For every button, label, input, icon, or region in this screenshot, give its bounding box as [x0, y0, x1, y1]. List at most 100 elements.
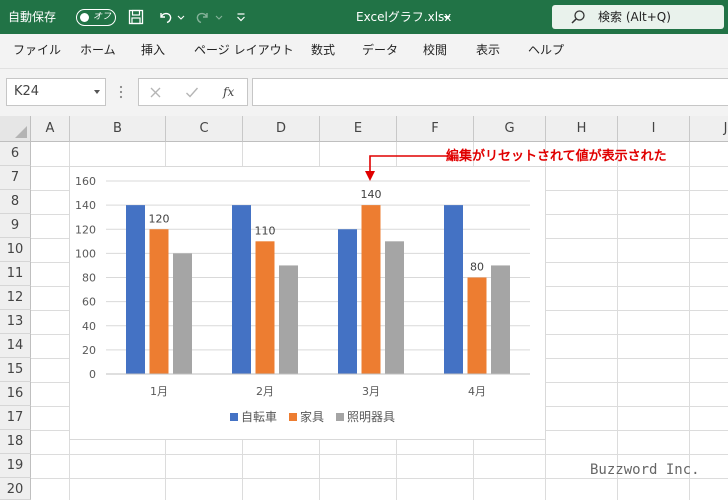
annotation-arrow-icon: [365, 155, 448, 181]
customize-toolbar-icon[interactable]: [236, 9, 246, 25]
column-header-e[interactable]: E: [320, 116, 397, 142]
chart-bar: [126, 205, 145, 374]
row-header-8[interactable]: 8: [0, 190, 31, 214]
name-box-value: K24: [14, 84, 40, 99]
row-header-11[interactable]: 11: [0, 262, 31, 286]
legend-label: 家具: [300, 409, 324, 424]
x-tick-label: 4月: [468, 385, 486, 398]
chart-bar: [338, 229, 357, 374]
formula-input[interactable]: [252, 78, 728, 106]
y-tick-label: 40: [82, 320, 96, 333]
redo-icon[interactable]: [195, 9, 211, 25]
column-header-b[interactable]: B: [70, 116, 166, 142]
annotation-text: 編集がリセットされて値が表示された: [446, 149, 667, 164]
chart-bar: [385, 241, 404, 374]
row-header-6[interactable]: 6: [0, 142, 31, 166]
data-label: 140: [361, 188, 382, 201]
chart-bar: [279, 265, 298, 374]
column-header-d[interactable]: D: [243, 116, 320, 142]
column-header-g[interactable]: G: [474, 116, 546, 142]
cancel-icon[interactable]: [149, 86, 162, 99]
select-all-button[interactable]: [0, 116, 31, 142]
row-header-17[interactable]: 17: [0, 406, 31, 430]
insert-function-button[interactable]: fx: [223, 79, 234, 105]
menu-view[interactable]: 表示: [476, 34, 500, 68]
chart-object[interactable]: 0 20 40 60 80 100 120 140 160 1月 2月 3月 4月 120 110 140 80…: [69, 166, 546, 440]
y-tick-label: 80: [82, 272, 96, 285]
more-icon: [119, 85, 123, 99]
chart-bar: [361, 205, 381, 374]
save-icon[interactable]: [128, 9, 144, 25]
chart-bar: [232, 205, 251, 374]
search-label: 検索 (Alt+Q): [598, 10, 671, 24]
y-tick-label: 20: [82, 344, 96, 357]
y-tick-label: 60: [82, 296, 96, 309]
autosave-toggle[interactable]: オフ: [76, 9, 116, 26]
menu-home[interactable]: ホーム: [80, 34, 116, 68]
row-header-20[interactable]: 20: [0, 478, 31, 500]
x-tick-label: 1月: [150, 385, 168, 398]
y-tick-label: 100: [75, 247, 96, 260]
menu-formulas[interactable]: 数式: [311, 34, 335, 68]
row-header-10[interactable]: 10: [0, 238, 31, 262]
watermark-text: Buzzword Inc.: [590, 462, 700, 478]
data-label: 120: [149, 212, 170, 225]
chart-bar: [491, 265, 510, 374]
name-box[interactable]: K24: [6, 78, 106, 106]
select-all-icon: [15, 126, 27, 138]
x-tick-label: 3月: [362, 385, 380, 398]
undo-icon[interactable]: [157, 9, 173, 25]
legend-swatch: [336, 413, 344, 421]
menu-page-layout[interactable]: ページ レイアウト: [194, 34, 294, 68]
column-header-i[interactable]: I: [618, 116, 690, 142]
search-box[interactable]: 検索 (Alt+Q): [552, 5, 724, 29]
row-header-15[interactable]: 15: [0, 358, 31, 382]
file-name[interactable]: Excelグラフ.xlsx: [356, 0, 451, 34]
chart-bar: [444, 205, 463, 374]
menu-data[interactable]: データ: [362, 34, 398, 68]
y-tick-label: 120: [75, 223, 96, 236]
undo-dropdown-icon[interactable]: [177, 9, 185, 25]
row-header-13[interactable]: 13: [0, 310, 31, 334]
title-bar: 自動保存 オフ Excelグラフ.xlsx 検索 (Alt+Q): [0, 0, 728, 34]
enter-icon[interactable]: [185, 86, 199, 99]
x-tick-label: 2月: [256, 385, 274, 398]
row-header-18[interactable]: 18: [0, 430, 31, 454]
formula-tools: fx: [138, 78, 248, 106]
column-header-h[interactable]: H: [546, 116, 618, 142]
legend-label: 照明器具: [347, 410, 395, 424]
row-header-19[interactable]: 19: [0, 454, 31, 478]
formula-bar: K24 fx: [0, 68, 728, 116]
row-header-14[interactable]: 14: [0, 334, 31, 358]
name-box-dropdown-icon[interactable]: [94, 90, 100, 94]
menu-file[interactable]: ファイル: [13, 34, 61, 68]
y-tick-label: 0: [89, 368, 96, 381]
row-header-12[interactable]: 12: [0, 286, 31, 310]
row-gridline: [31, 478, 728, 479]
column-header-j[interactable]: J: [690, 116, 728, 142]
menu-insert[interactable]: 挿入: [141, 34, 165, 68]
row-header-16[interactable]: 16: [0, 382, 31, 406]
toggle-knob: [80, 13, 89, 22]
y-tick-label: 160: [75, 175, 96, 188]
chart-bar: [173, 253, 192, 374]
legend-swatch: [230, 413, 238, 421]
chart-bar: [255, 241, 275, 374]
autosave-state: オフ: [93, 12, 112, 22]
y-tick-label: 140: [75, 199, 96, 212]
menu-bar: ファイル ホーム 挿入 ページ レイアウト 数式 データ 校閲 表示 ヘルプ: [0, 34, 728, 68]
column-header-a[interactable]: A: [31, 116, 70, 142]
menu-review[interactable]: 校閲: [423, 34, 447, 68]
chart-bar: [467, 277, 487, 374]
row-header-9[interactable]: 9: [0, 214, 31, 238]
column-gridline: [617, 142, 618, 500]
column-header-c[interactable]: C: [166, 116, 243, 142]
column-header-f[interactable]: F: [397, 116, 474, 142]
legend-swatch: [289, 413, 297, 421]
menu-help[interactable]: ヘルプ: [528, 34, 564, 68]
row-header-7[interactable]: 7: [0, 166, 31, 190]
chart-bar: [149, 229, 169, 374]
redo-dropdown-icon[interactable]: [215, 9, 223, 25]
data-label: 80: [470, 261, 484, 274]
filename-dropdown-icon[interactable]: [443, 9, 451, 25]
